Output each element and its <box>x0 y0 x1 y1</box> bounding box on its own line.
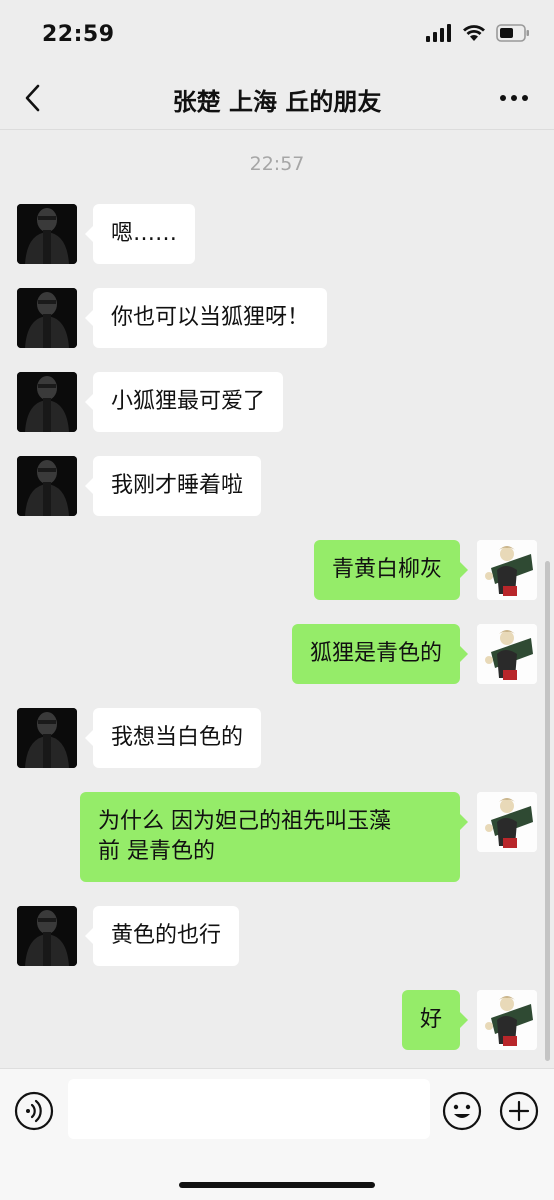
contact-avatar[interactable] <box>17 708 77 768</box>
message-bubble[interactable]: 好 <box>401 990 469 1050</box>
plus-button[interactable] <box>499 1091 539 1131</box>
contact-avatar[interactable] <box>17 456 77 516</box>
contact-avatar[interactable] <box>17 906 77 966</box>
message-bubble[interactable]: 青黄白柳灰 <box>313 540 469 600</box>
message-input[interactable] <box>68 1079 430 1139</box>
status-icons <box>426 24 530 46</box>
emoji-button[interactable] <box>442 1091 482 1131</box>
message-bubble[interactable]: 狐狸是青色的 <box>291 624 469 684</box>
message-bubble[interactable]: 我刚才睡着啦 <box>84 456 262 516</box>
message-line: 前 是青色的 <box>98 839 215 864</box>
voice-icon <box>14 1091 54 1131</box>
message-bubble[interactable]: 你也可以当狐狸呀！ <box>84 288 328 348</box>
status-bar: 22:59 <box>0 0 554 66</box>
contact-avatar[interactable] <box>17 288 77 348</box>
more-dots-icon <box>500 95 528 101</box>
contact-avatar[interactable] <box>17 204 77 264</box>
message-bubble[interactable]: 我想当白色的 <box>84 708 262 768</box>
my-avatar[interactable] <box>477 792 537 852</box>
cellular-signal-icon <box>426 24 452 46</box>
message-bubble[interactable]: 为什么 因为妲己的祖先叫玉藻 前 是青色的 <box>80 792 468 882</box>
my-avatar[interactable] <box>477 990 537 1050</box>
chat-message-list[interactable]: 22:57 嗯…… 你也可以当狐狸呀！ 小狐狸最可爱了 我刚才睡着啦 青黄白柳灰… <box>0 131 554 1068</box>
plus-icon <box>499 1091 539 1131</box>
message-bubble[interactable]: 小狐狸最可爱了 <box>84 372 284 432</box>
message-input-bar <box>0 1068 554 1200</box>
status-time: 22:59 <box>42 22 115 47</box>
message-timestamp: 22:57 <box>249 153 305 175</box>
wifi-icon <box>462 24 486 46</box>
chat-scrollbar[interactable] <box>545 561 550 1061</box>
my-avatar[interactable] <box>477 540 537 600</box>
home-indicator[interactable] <box>179 1182 375 1188</box>
chat-header: 张楚 上海 丘的朋友 <box>0 66 554 130</box>
message-bubble[interactable]: 黄色的也行 <box>84 906 240 966</box>
emoji-icon <box>442 1091 482 1131</box>
message-line: 为什么 因为妲己的祖先叫玉藻 <box>98 809 391 834</box>
more-button[interactable] <box>494 84 534 112</box>
voice-button[interactable] <box>14 1091 54 1131</box>
message-bubble[interactable]: 嗯…… <box>84 204 196 264</box>
battery-icon <box>496 24 530 46</box>
contact-avatar[interactable] <box>17 372 77 432</box>
my-avatar[interactable] <box>477 624 537 684</box>
chat-title: 张楚 上海 丘的朋友 <box>172 88 382 116</box>
